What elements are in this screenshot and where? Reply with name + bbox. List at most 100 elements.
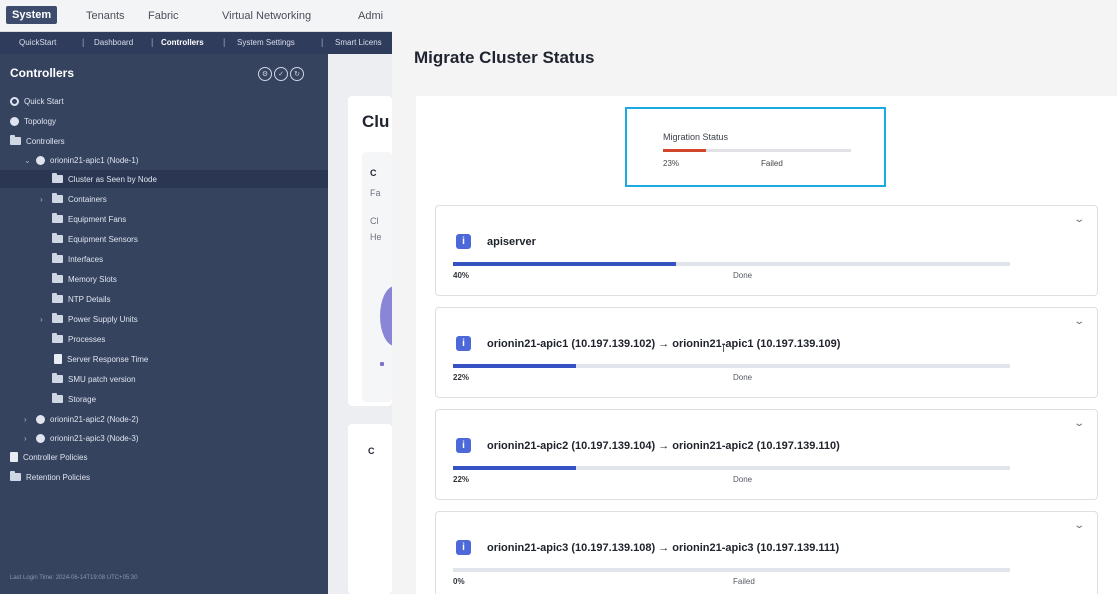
migration-progress-fill [663, 149, 707, 152]
tree-item-node-3[interactable]: › orionin21-apic3 (Node-3) [24, 429, 139, 447]
play-icon [10, 96, 19, 106]
tree-item-node-2[interactable]: › orionin21-apic2 (Node-2) [24, 410, 139, 428]
background-text: C [370, 168, 377, 178]
tree-item-topology[interactable]: Topology [10, 112, 56, 130]
tasks-icon[interactable]: ✓ [274, 67, 288, 81]
tree-item-label: orionin21-apic2 (Node-2) [50, 414, 139, 424]
tree-item-controller-policies[interactable]: Controller Policies [10, 448, 87, 466]
tree-item-ntp-details[interactable]: NTP Details [52, 290, 111, 308]
background-text: He [370, 232, 382, 242]
chevron-right-icon[interactable]: › [40, 195, 47, 204]
tree-item-label: Topology [24, 116, 57, 126]
tree-item-label: Storage [68, 394, 97, 404]
tree-item-label: Equipment Sensors [68, 234, 138, 244]
subnav-controllers[interactable]: Controllers [161, 38, 204, 47]
tab-system[interactable]: System [6, 6, 58, 24]
chevron-down-icon[interactable]: ⌄ [1073, 316, 1085, 327]
tree-item-label: Power Supply Units [68, 314, 138, 324]
migration-status-box: Migration Status 23% Failed [625, 107, 886, 187]
tab-admin[interactable]: Admi [358, 10, 383, 22]
app-window: System Tenants Fabric Virtual Networking… [0, 0, 1117, 594]
task-progress-fill [453, 262, 676, 266]
folder-icon [52, 233, 63, 243]
tools-icon[interactable]: ⚙ [258, 67, 272, 81]
chevron-right-icon[interactable]: › [24, 434, 31, 443]
tree-item-label: Equipment Fans [68, 214, 127, 224]
folder-icon [52, 213, 63, 223]
modal-title: Migrate Cluster Status [414, 48, 595, 67]
tree-item-label: orionin21-apic3 (Node-3) [50, 433, 139, 443]
tree-item-equipment-fans[interactable]: Equipment Fans [52, 210, 126, 228]
node-icon [36, 414, 45, 424]
tree-item-controllers[interactable]: Controllers [10, 132, 65, 150]
tab-fabric[interactable]: Fabric [148, 10, 179, 22]
background-page-title: Clu [362, 112, 390, 131]
sidebar-title: Controllers [10, 66, 75, 80]
tree-item-processes[interactable]: Processes [52, 330, 105, 348]
tree-item-equipment-sensors[interactable]: Equipment Sensors [52, 230, 138, 248]
background-text: Fa [370, 188, 381, 198]
tab-virtual-networking[interactable]: Virtual Networking [222, 10, 311, 22]
task-title: orionin21-apic3 (10.197.139.108) → orion… [487, 542, 840, 554]
task-status: Done [733, 475, 753, 484]
subnav-separator: | [223, 37, 226, 47]
tree-item-storage[interactable]: Storage [52, 390, 96, 408]
document-icon [10, 452, 18, 462]
task-progress-fill [453, 466, 576, 470]
task-progress-bar [453, 466, 1010, 470]
chevron-right-icon[interactable]: › [24, 415, 31, 424]
tree-item-label: Server Response Time [67, 354, 149, 364]
folder-icon [52, 393, 63, 403]
task-title: orionin21-apic1 (10.197.139.102) → orion… [487, 338, 841, 350]
text-cursor-icon: I [722, 343, 726, 355]
tab-tenants[interactable]: Tenants [86, 10, 125, 22]
background-text: Cl [370, 216, 379, 226]
folder-icon [52, 373, 63, 383]
task-card[interactable]: ⌄ i apiserver 40% Done [435, 205, 1098, 296]
migration-progress-bar [663, 149, 851, 152]
tree-item-quick-start[interactable]: Quick Start [10, 92, 64, 110]
refresh-icon[interactable]: ↻ [290, 67, 304, 81]
chevron-down-icon[interactable]: ⌄ [24, 156, 31, 165]
node-icon [36, 433, 45, 443]
tree-item-server-response-time[interactable]: Server Response Time [54, 350, 148, 368]
folder-icon [52, 253, 63, 263]
chevron-down-icon[interactable]: ⌄ [1073, 214, 1085, 225]
task-card[interactable]: ⌄ i orionin21-apic2 (10.197.139.104) → o… [435, 409, 1098, 500]
tree-item-label: SMU patch version [68, 374, 136, 384]
tree-item-cluster-as-seen[interactable]: Cluster as Seen by Node [0, 170, 328, 188]
tree-item-label: Memory Slots [68, 274, 117, 284]
task-status: Done [733, 271, 753, 280]
tree-item-power-supply-units[interactable]: › Power Supply Units [40, 310, 138, 328]
migration-status-text: Failed [761, 159, 783, 168]
task-card[interactable]: ⌄ i orionin21-apic1 (10.197.139.102) → o… [435, 307, 1098, 398]
tree-item-smu-patch-version[interactable]: SMU patch version [52, 370, 136, 388]
folder-icon [10, 471, 21, 481]
chevron-down-icon[interactable]: ⌄ [1073, 520, 1085, 531]
background-legend-dot [380, 362, 384, 366]
migration-percent: 23% [663, 159, 680, 168]
last-login-text: Last Login Time: 2024-06-14T19:08 UTC+05… [10, 575, 138, 581]
background-page: Clu C Fa Cl He C [328, 54, 410, 594]
tree-item-containers[interactable]: › Containers [40, 190, 107, 208]
tree-item-retention-policies[interactable]: Retention Policies [10, 468, 90, 486]
subnav-quickstart[interactable]: QuickStart [19, 38, 56, 47]
chevron-right-icon[interactable]: › [40, 315, 47, 324]
globe-icon [10, 116, 19, 126]
tree-item-memory-slots[interactable]: Memory Slots [52, 270, 117, 288]
subnav-system-settings[interactable]: System Settings [237, 38, 295, 47]
tree-item-label: orionin21-apic1 (Node-1) [50, 155, 139, 165]
chevron-down-icon[interactable]: ⌄ [1073, 418, 1085, 429]
folder-icon [10, 135, 21, 145]
subnav-smart-licensing[interactable]: Smart Licens [335, 38, 382, 47]
task-card[interactable]: ⌄ i orionin21-apic3 (10.197.139.108) → o… [435, 511, 1098, 594]
task-progress-bar [453, 568, 1010, 572]
subnav-dashboard[interactable]: Dashboard [94, 38, 133, 47]
tree-item-interfaces[interactable]: Interfaces [52, 250, 103, 268]
sidebar: Controllers ⚙ ✓ ↻ Quick Start Topology C… [0, 54, 337, 594]
tree-item-node-1[interactable]: ⌄ orionin21-apic1 (Node-1) [24, 151, 139, 169]
info-icon: i [456, 336, 471, 351]
info-icon: i [456, 540, 471, 555]
tree-item-label: Controller Policies [23, 452, 88, 462]
info-icon: i [456, 234, 471, 249]
